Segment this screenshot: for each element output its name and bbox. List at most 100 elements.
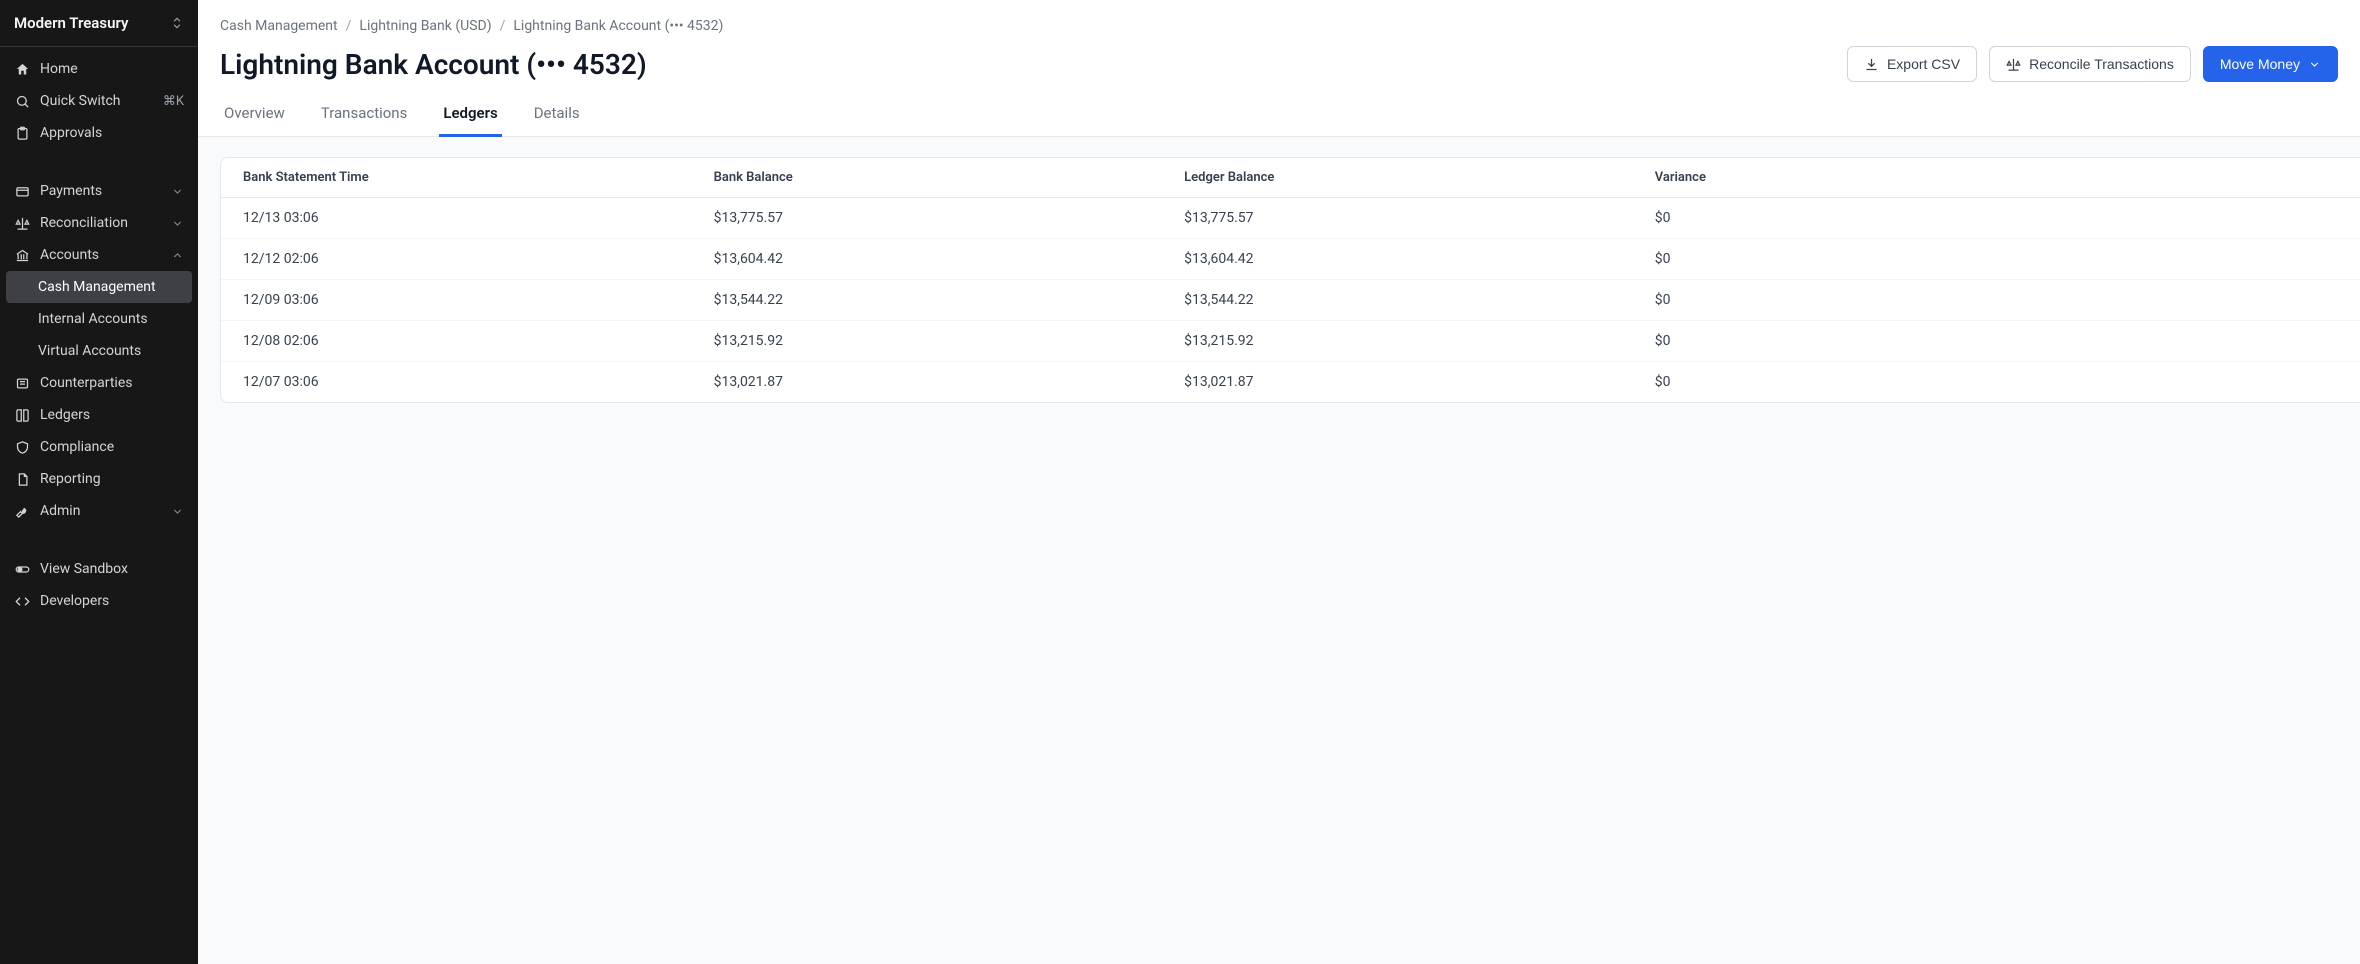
nav-label: Home bbox=[40, 61, 78, 77]
tab-transactions[interactable]: Transactions bbox=[317, 94, 412, 137]
balance-icon bbox=[14, 216, 30, 231]
nav-payments[interactable]: Payments bbox=[0, 175, 198, 207]
nav-label: Admin bbox=[40, 503, 80, 519]
nav-label: Counterparties bbox=[40, 375, 133, 391]
chevron-up-icon bbox=[171, 249, 184, 262]
nav-reconciliation[interactable]: Reconciliation bbox=[0, 207, 198, 239]
chevron-down-icon bbox=[171, 185, 184, 198]
button-label: Move Money bbox=[2220, 56, 2300, 72]
th-ledger: Ledger Balance bbox=[1162, 158, 1633, 198]
cell-ledger: $13,775.57 bbox=[1162, 198, 1633, 239]
cell-bank: $13,544.22 bbox=[692, 280, 1163, 321]
table-row[interactable]: 12/09 03:06$13,544.22$13,544.22$0 bbox=[221, 280, 2360, 321]
reconcile-button[interactable]: Reconcile Transactions bbox=[1989, 46, 2191, 82]
nav-virtual-accounts[interactable]: Virtual Accounts bbox=[0, 335, 198, 367]
nav-accounts[interactable]: Accounts bbox=[0, 239, 198, 271]
cell-ledger: $13,215.92 bbox=[1162, 321, 1633, 362]
nav-label: View Sandbox bbox=[40, 561, 128, 577]
shortcut-label: ⌘K bbox=[163, 94, 184, 109]
cell-time: 12/12 02:06 bbox=[221, 239, 692, 280]
table-row[interactable]: 12/07 03:06$13,021.87$13,021.87$0 bbox=[221, 362, 2360, 403]
shield-icon bbox=[14, 440, 30, 455]
table-row[interactable]: 12/13 03:06$13,775.57$13,775.57$0 bbox=[221, 198, 2360, 239]
cell-ledger: $13,544.22 bbox=[1162, 280, 1633, 321]
th-bank: Bank Balance bbox=[692, 158, 1163, 198]
nav-admin[interactable]: Admin bbox=[0, 495, 198, 527]
nav-view-sandbox[interactable]: View Sandbox bbox=[0, 553, 198, 585]
cell-bank: $13,215.92 bbox=[692, 321, 1163, 362]
nav-sublabel: Cash Management bbox=[38, 279, 156, 295]
th-time: Bank Statement Time bbox=[221, 158, 692, 198]
nav-ledgers[interactable]: Ledgers bbox=[0, 399, 198, 431]
export-csv-button[interactable]: Export CSV bbox=[1847, 46, 1977, 82]
nav-internal-accounts[interactable]: Internal Accounts bbox=[0, 303, 198, 335]
breadcrumb-sep: / bbox=[500, 18, 506, 34]
nav-label: Reconciliation bbox=[40, 215, 128, 231]
cell-ledger: $13,021.87 bbox=[1162, 362, 1633, 403]
nav-sublabel: Internal Accounts bbox=[38, 311, 148, 327]
cell-variance: $0 bbox=[1633, 239, 2360, 280]
clipboard-icon bbox=[14, 126, 30, 141]
card-icon bbox=[14, 184, 30, 199]
cell-time: 12/09 03:06 bbox=[221, 280, 692, 321]
cell-variance: $0 bbox=[1633, 280, 2360, 321]
nav-developers[interactable]: Developers bbox=[0, 585, 198, 617]
table-row[interactable]: 12/12 02:06$13,604.42$13,604.42$0 bbox=[221, 239, 2360, 280]
cell-variance: $0 bbox=[1633, 198, 2360, 239]
tab-ledgers[interactable]: Ledgers bbox=[439, 94, 501, 137]
move-money-button[interactable]: Move Money bbox=[2203, 46, 2338, 82]
nav-counterparties[interactable]: Counterparties bbox=[0, 367, 198, 399]
org-switcher[interactable]: Modern Treasury bbox=[0, 0, 198, 47]
nav-approvals[interactable]: Approvals bbox=[0, 117, 198, 149]
nav-label: Accounts bbox=[40, 247, 99, 263]
brand-name: Modern Treasury bbox=[14, 14, 128, 32]
breadcrumb: Cash Management / Lightning Bank (USD) /… bbox=[198, 0, 2360, 42]
nav-label: Compliance bbox=[40, 439, 114, 455]
nav-label: Developers bbox=[40, 593, 109, 609]
download-icon bbox=[1864, 57, 1879, 72]
cell-variance: $0 bbox=[1633, 362, 2360, 403]
chevron-down-icon bbox=[171, 217, 184, 230]
search-icon bbox=[14, 94, 30, 109]
nav-reporting[interactable]: Reporting bbox=[0, 463, 198, 495]
sidebar: Modern Treasury Home Quick Switch ⌘K bbox=[0, 0, 198, 964]
tab-details[interactable]: Details bbox=[530, 94, 584, 137]
nav-label: Approvals bbox=[40, 125, 102, 141]
home-icon bbox=[14, 62, 30, 77]
th-variance: Variance bbox=[1633, 158, 2360, 198]
button-label: Export CSV bbox=[1887, 56, 1960, 72]
breadcrumb-item[interactable]: Lightning Bank Account (••• 4532) bbox=[513, 18, 723, 34]
list-icon bbox=[14, 376, 30, 391]
code-icon bbox=[14, 594, 30, 609]
nav-compliance[interactable]: Compliance bbox=[0, 431, 198, 463]
main-content: Cash Management / Lightning Bank (USD) /… bbox=[198, 0, 2360, 964]
button-label: Reconcile Transactions bbox=[2029, 56, 2174, 72]
tabs: Overview Transactions Ledgers Details bbox=[198, 94, 2360, 137]
wrench-icon bbox=[14, 504, 30, 519]
cell-bank: $13,021.87 bbox=[692, 362, 1163, 403]
breadcrumb-item[interactable]: Lightning Bank (USD) bbox=[359, 18, 491, 34]
nav-label: Payments bbox=[40, 183, 102, 199]
nav-sublabel: Virtual Accounts bbox=[38, 343, 141, 359]
nav-label: Quick Switch bbox=[40, 93, 121, 109]
cell-ledger: $13,604.42 bbox=[1162, 239, 1633, 280]
table-row[interactable]: 12/08 02:06$13,215.92$13,215.92$0 bbox=[221, 321, 2360, 362]
breadcrumb-item[interactable]: Cash Management bbox=[220, 18, 338, 34]
cell-time: 12/07 03:06 bbox=[221, 362, 692, 403]
nav-quick-switch[interactable]: Quick Switch ⌘K bbox=[0, 85, 198, 117]
cell-variance: $0 bbox=[1633, 321, 2360, 362]
document-icon bbox=[14, 472, 30, 487]
breadcrumb-sep: / bbox=[346, 18, 352, 34]
ledger-table: Bank Statement Time Bank Balance Ledger … bbox=[220, 157, 2360, 403]
nav-home[interactable]: Home bbox=[0, 53, 198, 85]
nav-label: Ledgers bbox=[40, 407, 90, 423]
nav-cash-management[interactable]: Cash Management bbox=[6, 271, 192, 303]
toggle-icon bbox=[14, 562, 30, 577]
updown-icon bbox=[170, 16, 184, 30]
cell-bank: $13,604.42 bbox=[692, 239, 1163, 280]
page-title: Lightning Bank Account (••• 4532) bbox=[220, 48, 647, 81]
chevron-down-icon bbox=[2308, 58, 2321, 71]
tab-overview[interactable]: Overview bbox=[220, 94, 289, 137]
balance-icon bbox=[2006, 57, 2021, 72]
bank-icon bbox=[14, 248, 30, 263]
